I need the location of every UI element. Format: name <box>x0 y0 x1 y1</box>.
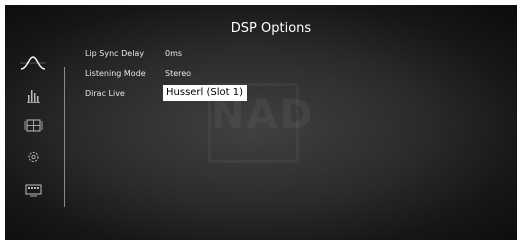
speaker-layout-icon <box>24 119 43 132</box>
sidebar-item-speaker-layout[interactable] <box>19 117 47 135</box>
option-label: Dirac Live <box>85 89 125 98</box>
page-title: DSP Options <box>230 21 312 36</box>
equalizer-icon <box>27 90 40 103</box>
sidebar-item-settings[interactable] <box>19 148 47 166</box>
option-value-selected[interactable]: Husserl (Slot 1) <box>163 85 248 101</box>
option-value: Stereo <box>165 69 192 78</box>
frame: NAD DSP Options Lip Sync Delay 0ms Liste… <box>0 0 525 247</box>
settings-gear-icon <box>28 152 39 162</box>
option-label: Listening Mode <box>85 69 146 78</box>
screen: NAD DSP Options Lip Sync Delay 0ms Liste… <box>5 5 517 240</box>
waveform-icon <box>20 56 46 70</box>
sidebar-divider <box>64 67 65 207</box>
sidebar-item-display[interactable] <box>19 181 47 199</box>
display-icon <box>25 184 42 197</box>
option-value: 0ms <box>165 49 183 58</box>
sidebar-item-waveform[interactable] <box>19 54 47 72</box>
option-label: Lip Sync Delay <box>85 49 145 58</box>
sidebar-item-equalizer[interactable] <box>19 86 47 104</box>
